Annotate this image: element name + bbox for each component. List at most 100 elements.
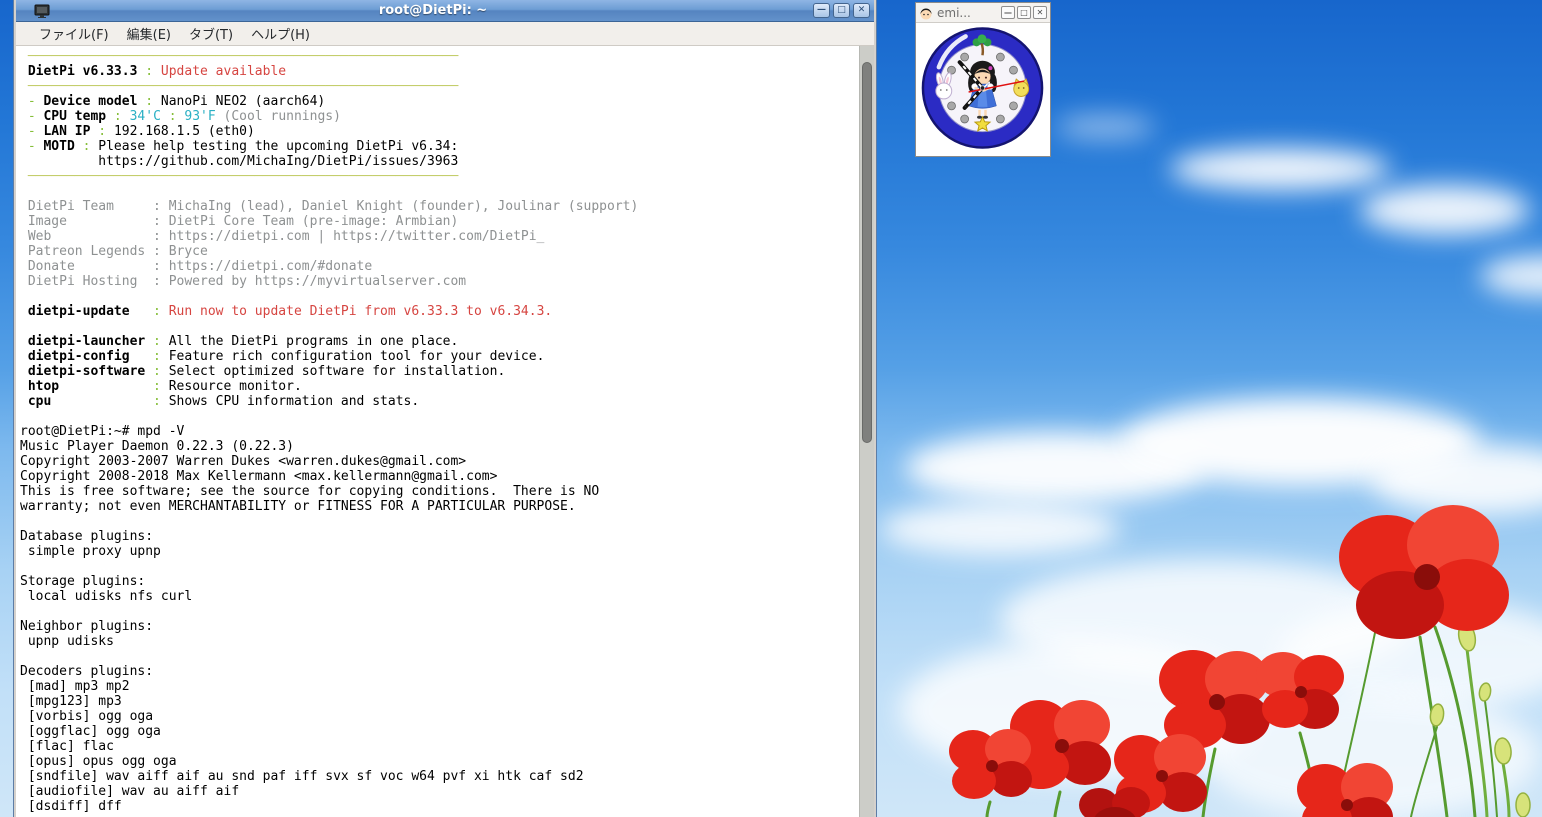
terminal-text-segment: : (59, 379, 169, 394)
terminal-text-segment: 34'C (130, 109, 161, 124)
terminal-line: dietpi-update : Run now to update DietPi… (20, 304, 858, 319)
menu-item[interactable]: ファイル(F) (30, 22, 118, 45)
poppy-flower (1339, 505, 1509, 639)
terminal-text-segment: Run now to update DietPi from v6.33.3 to… (169, 304, 553, 319)
menu-item[interactable]: 編集(E) (118, 22, 180, 45)
cloud (1170, 148, 1390, 190)
terminal-text-segment: ────────────────────────────────────────… (20, 169, 458, 184)
cloud (1360, 185, 1530, 235)
clock-titlebar[interactable]: emi... — □ ✕ (916, 3, 1050, 23)
terminal-text-segment: 192.168.1.5 (eth0) (114, 124, 255, 139)
terminal-line: DietPi v6.33.3 : Update available (20, 64, 858, 79)
terminal-text-segment: Shows CPU information and stats. (169, 394, 419, 409)
terminal-scrollbar[interactable] (859, 46, 874, 817)
terminal-text-segment: : (137, 94, 160, 109)
terminal-text-segment: root@DietPi:~# mpd -V (20, 424, 184, 439)
clock-app-icon (919, 6, 933, 20)
terminal-line: dietpi-software : Select optimized softw… (20, 364, 858, 379)
terminal-line: Donate : https://dietpi.com/#donate (20, 259, 858, 274)
poppy-flower (949, 729, 1032, 799)
terminal-line: [oggflac] ogg oga (20, 724, 858, 739)
terminal-minimize-button[interactable]: — (813, 3, 830, 18)
terminal-line: DietPi Hosting : Powered by https://myvi… (20, 274, 858, 289)
terminal-close-button[interactable]: ✕ (853, 3, 870, 18)
terminal-text-segment: : (130, 304, 169, 319)
terminal-text-segment: dietpi-launcher (20, 334, 145, 349)
terminal-text-segment: Feature rich configuration tool for your… (169, 349, 545, 364)
terminal-line: [opus] opus ogg oga (20, 754, 858, 769)
terminal-line: - Device model : NanoPi NEO2 (aarch64) (20, 94, 858, 109)
clock-widget-window[interactable]: emi... — □ ✕ (915, 2, 1051, 157)
terminal-line: [flac] flac (20, 739, 858, 754)
terminal-text-segment: CPU temp (43, 109, 106, 124)
terminal-text-segment: : (145, 364, 168, 379)
terminal-line: [mad] mp3 mp2 (20, 679, 858, 694)
terminal-line (20, 409, 858, 424)
terminal-text-segment: - (20, 139, 43, 154)
terminal-line: [mpg123] mp3 (20, 694, 858, 709)
terminal-text-segment: (Cool runnings) (216, 109, 341, 124)
terminal-menubar: ファイル(F)編集(E)タブ(T)ヘルプ(H) (16, 22, 874, 46)
terminal-text-segment: : (90, 124, 113, 139)
terminal-text-segment: Music Player Daemon 0.22.3 (0.22.3) (20, 439, 294, 454)
terminal-text-segment: Image : DietPi Core Team (pre-image: Arm… (20, 214, 458, 229)
terminal-text-segment: : (106, 109, 129, 124)
terminal-text-segment: DietPi v6.33.3 (20, 64, 137, 79)
terminal-window[interactable]: root@DietPi: ~ — □ ✕ ファイル(F)編集(E)タブ(T)ヘル… (14, 0, 876, 817)
terminal-line: root@DietPi:~# mpd -V (20, 424, 858, 439)
terminal-text-segment: DietPi Team : MichaIng (lead), Daniel Kn… (20, 199, 638, 214)
terminal-line: This is free software; see the source fo… (20, 484, 858, 499)
terminal-text-segment: Patreon Legends : Bryce (20, 244, 208, 259)
terminal-text-segment: : (51, 394, 168, 409)
terminal-text-segment: Web : https://dietpi.com | https://twitt… (20, 229, 544, 244)
terminal-line: Web : https://dietpi.com | https://twitt… (20, 229, 858, 244)
terminal-text-segment: Resource monitor. (169, 379, 302, 394)
clock-maximize-button[interactable]: □ (1017, 6, 1031, 19)
terminal-text-segment: dietpi-software (20, 364, 145, 379)
terminal-titlebar[interactable]: root@DietPi: ~ — □ ✕ (16, 0, 874, 22)
terminal-text-segment: htop (20, 379, 59, 394)
terminal-content[interactable]: ────────────────────────────────────────… (16, 46, 874, 817)
terminal-line: dietpi-launcher : All the DietPi program… (20, 334, 858, 349)
terminal-maximize-button[interactable]: □ (833, 3, 850, 18)
terminal-text-segment: cpu (20, 394, 51, 409)
menu-item[interactable]: タブ(T) (180, 22, 242, 45)
menu-item[interactable]: ヘルプ(H) (242, 22, 319, 45)
terminal-line: htop : Resource monitor. (20, 379, 858, 394)
clock-close-button[interactable]: ✕ (1033, 6, 1047, 19)
terminal-text-segment: simple proxy upnp (20, 544, 161, 559)
terminal-text-segment: [opus] opus ogg oga (20, 754, 177, 769)
poppy-flower (1256, 652, 1344, 729)
terminal-scrollbar-thumb[interactable] (862, 62, 872, 443)
terminal-text-segment: [dsdiff] dff (20, 799, 122, 814)
terminal-line: Decoders plugins: (20, 664, 858, 679)
clock-face (916, 23, 1050, 156)
terminal-line (20, 184, 858, 199)
terminal-text-segment: - (20, 124, 43, 139)
terminal-text-segment: Donate : https://dietpi.com/#donate (20, 259, 372, 274)
terminal-line: simple proxy upnp (20, 544, 858, 559)
terminal-text-segment: MOTD (43, 139, 74, 154)
terminal-line: [dsdiff] dff (20, 799, 858, 814)
terminal-text-segment: [vorbis] ogg oga (20, 709, 153, 724)
terminal-line: - MOTD : Please help testing the upcomin… (20, 139, 858, 154)
terminal-line (20, 559, 858, 574)
terminal-text-segment: Neighbor plugins: (20, 619, 153, 634)
terminal-line: Patreon Legends : Bryce (20, 244, 858, 259)
terminal-text-segment: Select optimized software for installati… (169, 364, 506, 379)
terminal-text-segment: Copyright 2003-2007 Warren Dukes <warren… (20, 454, 466, 469)
terminal-text-segment: Update available (161, 64, 286, 79)
terminal-text-segment: : (137, 64, 160, 79)
terminal-text-segment: 93'F (184, 109, 215, 124)
terminal-text-segment: Please help testing the upcoming DietPi … (98, 139, 458, 154)
terminal-line (20, 514, 858, 529)
terminal-text-segment: ────────────────────────────────────────… (20, 49, 458, 64)
terminal-line: ────────────────────────────────────────… (20, 169, 858, 184)
clock-minimize-button[interactable]: — (1001, 6, 1015, 19)
terminal-line: [sndfile] wav aiff aif au snd paf iff sv… (20, 769, 858, 784)
terminal-line: Copyright 2008-2018 Max Kellermann <max.… (20, 469, 858, 484)
terminal-text-segment: LAN IP (43, 124, 90, 139)
terminal-line: local udisks nfs curl (20, 589, 858, 604)
terminal-text-segment: Device model (43, 94, 137, 109)
cloud (1055, 115, 1155, 139)
